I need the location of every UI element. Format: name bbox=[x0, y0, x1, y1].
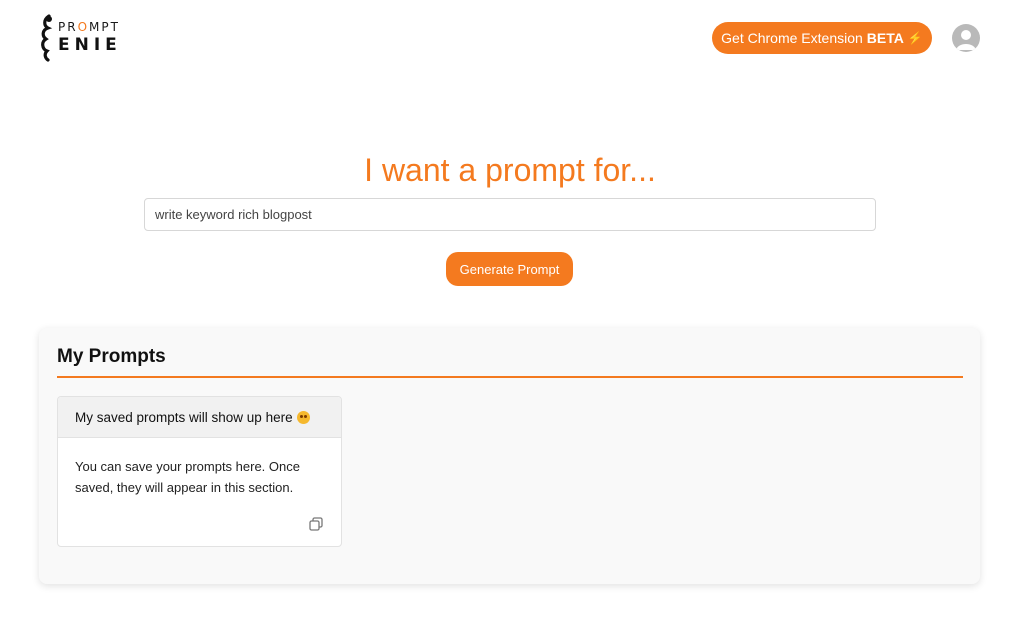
user-avatar-icon[interactable] bbox=[952, 24, 980, 52]
prompt-topic-input[interactable] bbox=[144, 198, 876, 231]
page-title: I want a prompt for... bbox=[364, 152, 656, 188]
card-header-text: My saved prompts will show up here bbox=[75, 409, 293, 425]
beta-badge: BETA bbox=[866, 30, 904, 46]
divider bbox=[57, 376, 963, 378]
get-chrome-extension-button[interactable]: Get Chrome Extension BETA ⚡ bbox=[712, 22, 932, 54]
saved-prompt-card: My saved prompts will show up here You c… bbox=[57, 396, 342, 547]
generate-prompt-button[interactable]: Generate Prompt bbox=[446, 252, 573, 286]
prompt-genie-logo[interactable]: PROMPT ENIE bbox=[38, 14, 134, 62]
card-header: My saved prompts will show up here bbox=[58, 397, 341, 438]
genie-lamp-icon bbox=[41, 14, 53, 62]
logo-text-top: PROMPT bbox=[58, 20, 120, 34]
card-body-text: You can save your prompts here. Once sav… bbox=[75, 459, 300, 495]
my-prompts-panel: My Prompts My saved prompts will show up… bbox=[39, 328, 980, 584]
logo-text-bottom: ENIE bbox=[58, 35, 122, 55]
user-silhouette-icon bbox=[956, 30, 976, 50]
extension-button-label: Get Chrome Extension bbox=[721, 30, 863, 46]
my-prompts-title: My Prompts bbox=[57, 346, 166, 367]
lightning-icon: ⚡ bbox=[907, 31, 923, 45]
page: PROMPT ENIE Get Chrome Extension BETA ⚡ … bbox=[0, 0, 1020, 638]
starstruck-emoji-icon bbox=[296, 410, 310, 424]
copy-icon[interactable] bbox=[308, 516, 324, 532]
